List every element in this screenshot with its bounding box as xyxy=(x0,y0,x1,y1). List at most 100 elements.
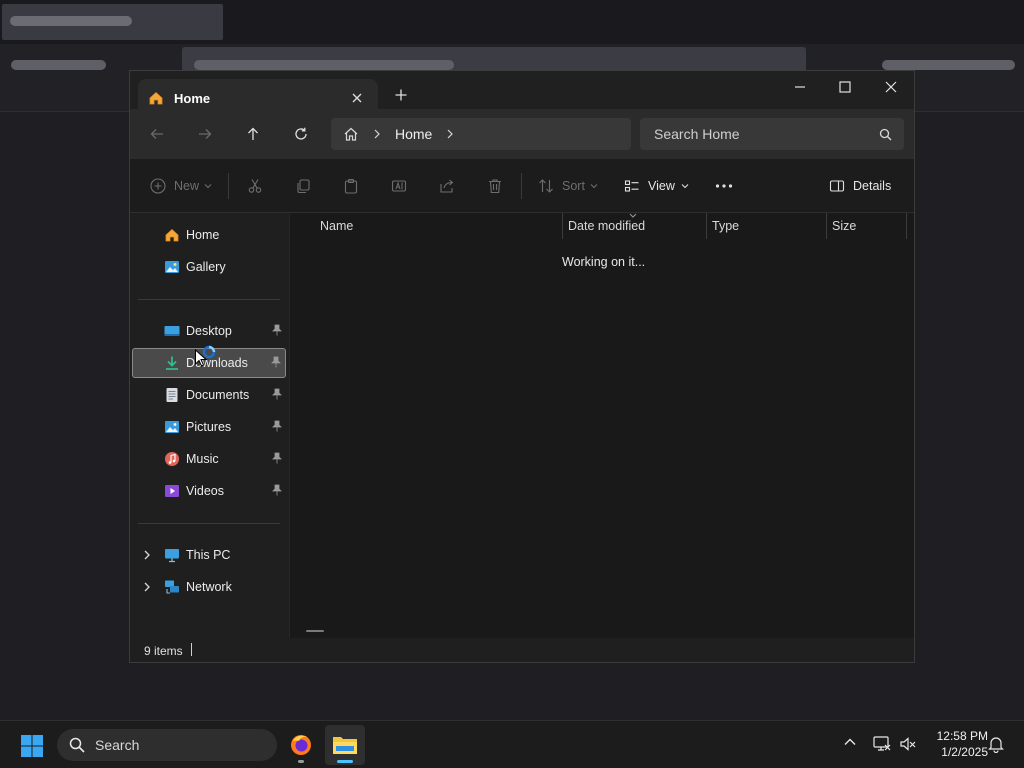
pin-icon[interactable] xyxy=(272,420,282,432)
navigation-pane: Home Gallery Desktop Downloads Documents… xyxy=(130,213,289,638)
new-tab-button[interactable] xyxy=(391,85,411,105)
rename-icon xyxy=(391,180,407,192)
column-header-size[interactable]: Size xyxy=(832,219,856,233)
plus-icon xyxy=(395,89,407,101)
column-header-date-modified[interactable]: Date modified xyxy=(568,219,645,233)
close-tab-button[interactable] xyxy=(348,89,366,107)
background-tab-placeholder xyxy=(10,16,132,26)
firefox-icon xyxy=(291,735,311,755)
taskbar-search-label: Search xyxy=(95,737,140,753)
scissors-icon xyxy=(248,179,262,193)
sidebar-item-label: Gallery xyxy=(186,260,226,274)
search-icon xyxy=(879,128,892,141)
status-separator xyxy=(191,643,192,656)
search-input[interactable]: Search Home xyxy=(654,126,879,142)
sidebar-item-label: Documents xyxy=(186,388,250,402)
sidebar-item-desktop[interactable]: Desktop xyxy=(132,316,286,346)
details-pane-button[interactable]: Details xyxy=(829,176,891,196)
busy-cursor-icon xyxy=(194,345,218,369)
gallery-icon xyxy=(164,259,180,275)
chevron-right-icon[interactable] xyxy=(143,582,151,592)
refresh-button[interactable] xyxy=(287,121,315,147)
file-explorer-icon xyxy=(333,737,357,754)
sidebar-item-documents[interactable]: Documents xyxy=(132,380,286,410)
column-divider[interactable] xyxy=(706,213,707,239)
cut-button[interactable] xyxy=(247,176,263,196)
pin-icon[interactable] xyxy=(272,388,282,400)
more-dots-icon xyxy=(715,184,733,188)
trash-icon xyxy=(489,179,501,194)
sidebar-item-this-pc[interactable]: This PC xyxy=(132,540,286,570)
view-label: View xyxy=(648,179,675,193)
sidebar-divider xyxy=(138,299,280,300)
taskbar-search[interactable]: Search xyxy=(57,729,277,761)
minimize-button[interactable] xyxy=(780,75,820,99)
maximize-button[interactable] xyxy=(825,75,865,99)
paste-button[interactable] xyxy=(343,176,359,196)
start-button[interactable] xyxy=(20,734,44,758)
sort-label: Sort xyxy=(562,179,585,193)
column-divider[interactable] xyxy=(906,213,907,239)
pictures-folder-icon xyxy=(164,419,180,435)
navigation-bar: Home Search Home xyxy=(130,109,914,159)
rename-button[interactable] xyxy=(391,176,407,196)
chevron-down-icon xyxy=(204,184,212,189)
sidebar-item-label: Home xyxy=(186,228,220,242)
home-icon xyxy=(343,126,359,142)
close-window-button[interactable] xyxy=(871,75,911,99)
paste-icon xyxy=(344,178,358,194)
sidebar-item-music[interactable]: Music xyxy=(132,444,286,474)
speaker-muted-icon xyxy=(900,737,916,751)
close-icon xyxy=(352,93,362,103)
system-clock[interactable]: 12:58 PM 1/2/2025 xyxy=(924,728,988,760)
breadcrumb-home[interactable]: Home xyxy=(395,126,432,142)
column-header-name[interactable]: Name xyxy=(320,219,353,233)
back-button[interactable] xyxy=(143,121,171,147)
sidebar-item-home[interactable]: Home xyxy=(132,220,286,250)
new-button[interactable]: New xyxy=(150,176,212,196)
chevron-right-icon[interactable] xyxy=(446,129,454,139)
share-button[interactable] xyxy=(439,176,455,196)
taskbar: Search 12:58 PM 1/2/2025 xyxy=(0,720,1024,768)
arrow-left-icon xyxy=(150,129,163,139)
sidebar-item-network[interactable]: Network xyxy=(132,572,286,602)
up-button[interactable] xyxy=(239,121,267,147)
column-header-type[interactable]: Type xyxy=(712,219,739,233)
file-list-pane: Name Date modified Type Size Working on … xyxy=(289,213,914,638)
taskbar-app-file-explorer[interactable] xyxy=(325,725,365,765)
pin-icon[interactable] xyxy=(272,484,282,496)
see-more-button[interactable] xyxy=(715,176,733,196)
notifications-button[interactable] xyxy=(988,735,1004,753)
copy-button[interactable] xyxy=(295,176,311,196)
search-box[interactable]: Search Home xyxy=(640,118,904,150)
sidebar-item-gallery[interactable]: Gallery xyxy=(132,252,286,282)
sidebar-item-videos[interactable]: Videos xyxy=(132,476,286,506)
status-bar: 9 items xyxy=(130,638,914,662)
column-divider[interactable] xyxy=(562,213,563,239)
minimize-icon xyxy=(795,86,805,88)
forward-button[interactable] xyxy=(191,121,219,147)
pin-icon[interactable] xyxy=(272,324,282,336)
documents-folder-icon xyxy=(164,387,180,403)
sidebar-divider xyxy=(138,523,280,524)
view-button[interactable]: View xyxy=(624,176,689,196)
toolbar-divider xyxy=(228,173,229,199)
sidebar-item-pictures[interactable]: Pictures xyxy=(132,412,286,442)
network-status-button[interactable] xyxy=(873,735,891,753)
delete-button[interactable] xyxy=(487,176,503,196)
address-bar[interactable]: Home xyxy=(331,118,631,150)
chevron-right-icon[interactable] xyxy=(373,129,381,139)
chevron-right-icon[interactable] xyxy=(143,550,151,560)
horizontal-scrollbar[interactable] xyxy=(306,630,324,632)
arrow-up-icon xyxy=(248,127,258,140)
sidebar-item-label: Videos xyxy=(186,484,224,498)
taskbar-app-firefox[interactable] xyxy=(281,725,321,765)
column-divider[interactable] xyxy=(826,213,827,239)
sort-button[interactable]: Sort xyxy=(538,176,598,196)
volume-button[interactable] xyxy=(899,735,917,753)
sidebar-item-label: Desktop xyxy=(186,324,232,338)
background-app-tab xyxy=(2,4,223,40)
pin-icon[interactable] xyxy=(271,356,281,368)
show-hidden-icons-button[interactable] xyxy=(843,735,857,749)
pin-icon[interactable] xyxy=(272,452,282,464)
